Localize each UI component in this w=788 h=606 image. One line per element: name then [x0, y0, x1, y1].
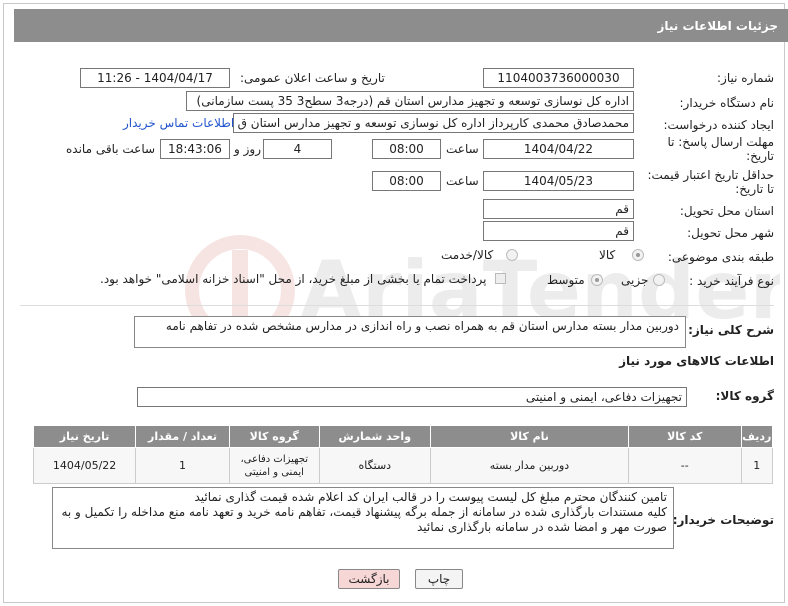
cell-row: 1 [740, 447, 774, 484]
process-option-minor: جزیی [621, 273, 649, 287]
remaining-time-field: 18:43:06 [160, 139, 230, 159]
city-field: قم [483, 221, 634, 241]
need-number-label: شماره نیاز: [717, 71, 774, 85]
validity-hour-label: ساعت [446, 174, 479, 188]
process-option-medium: متوسط [547, 273, 585, 287]
contact-link[interactable]: اطلاعات تماس خریدار [123, 116, 234, 130]
cell-group: تجهیزات دفاعی، ایمنی و امنیتی [228, 447, 320, 484]
deadline-hour-field: 08:00 [372, 139, 441, 159]
deadline-hour-label: ساعت [446, 142, 479, 156]
days-field: 4 [263, 139, 332, 159]
announce-field: 1404/04/17 - 11:26 [80, 68, 230, 88]
category-radio-goods[interactable] [632, 249, 644, 261]
page-title: جزئیات اطلاعات نیاز [657, 19, 778, 33]
cell-unit: دستگاه [318, 447, 432, 484]
page-header: جزئیات اطلاعات نیاز [14, 9, 788, 42]
desc-label: شرح کلی نیاز: [688, 323, 774, 337]
col-group: گروه کالا [228, 425, 320, 448]
province-label: استان محل تحویل: [679, 204, 774, 218]
process-radio-minor[interactable] [653, 274, 665, 286]
deadline-label: مهلت ارسال پاسخ: تا تاریخ: [667, 135, 774, 163]
goods-info-title: اطلاعات کالاهای مورد نیاز [619, 354, 774, 368]
category-option-goods-service: کالا/خدمت [441, 248, 494, 262]
col-unit: واحد شمارش [318, 425, 432, 448]
need-number-field: 1104003736000030 [483, 68, 634, 88]
col-name: نام کالا [430, 425, 629, 448]
buyer-org-label: نام دستگاه خریدار: [679, 96, 775, 110]
category-radio-goods-service[interactable] [506, 249, 518, 261]
col-qty: تعداد / مقدار [135, 425, 230, 448]
remaining-label: ساعت باقی مانده [66, 142, 156, 156]
validity-date-field: 1404/05/23 [483, 171, 634, 191]
process-label: نوع فرآیند خرید : [689, 274, 774, 288]
process-radio-medium[interactable] [591, 274, 603, 286]
creator-label: ایجاد کننده درخواست: [663, 118, 774, 132]
goods-group-field: تجهیزات دفاعی، ایمنی و امنیتی [137, 387, 687, 407]
cell-qty: 1 [135, 447, 230, 484]
payment-note: پرداخت تمام یا بخشی از مبلغ خرید، از محل… [100, 272, 487, 286]
desc-field: دوربین مدار بسته مدارس استان قم به همراه… [134, 316, 686, 348]
divider [20, 305, 774, 306]
cell-code: -- [627, 447, 742, 484]
table-row: 1 -- دوربین مدار بسته دستگاه تجهیزات دفا… [32, 447, 774, 484]
cell-date: 1404/05/22 [32, 447, 137, 484]
buyer-notes-label: توضیحات خریدار: [672, 513, 774, 527]
col-code: کد کالا [627, 425, 742, 448]
announce-label: تاریخ و ساعت اعلان عمومی: [240, 71, 385, 85]
buyer-notes-field: تامین کنندگان محترم مبلغ کل لیست پیوست ر… [52, 487, 674, 549]
col-date: تاریخ نیاز [32, 425, 137, 448]
validity-label: حداقل تاریخ اعتبار قیمت: تا تاریخ: [647, 168, 774, 196]
items-table: ردیف کد کالا نام کالا واحد شمارش گروه کا… [32, 425, 774, 484]
buyer-org-field: اداره کل نوسازی توسعه و تجهیز مدارس استا… [186, 91, 634, 111]
category-option-goods: کالا [599, 248, 616, 262]
category-label: طبقه بندی موضوعی: [667, 250, 774, 264]
validity-hour-field: 08:00 [372, 171, 441, 191]
print-button[interactable]: چاپ [415, 569, 463, 589]
deadline-date-field: 1404/04/22 [483, 139, 634, 159]
province-field: قم [483, 199, 634, 219]
city-label: شهر محل تحویل: [687, 226, 774, 240]
goods-group-label: گروه کالا: [715, 389, 774, 403]
cell-name: دوربین مدار بسته [430, 447, 629, 484]
days-label: روز و [234, 142, 261, 156]
back-button[interactable]: بازگشت [338, 569, 400, 589]
payment-checkbox[interactable] [495, 273, 506, 284]
col-row: ردیف [740, 425, 774, 448]
creator-field: محمدصادق محمدی کارپرداز اداره کل نوسازی … [233, 113, 634, 133]
